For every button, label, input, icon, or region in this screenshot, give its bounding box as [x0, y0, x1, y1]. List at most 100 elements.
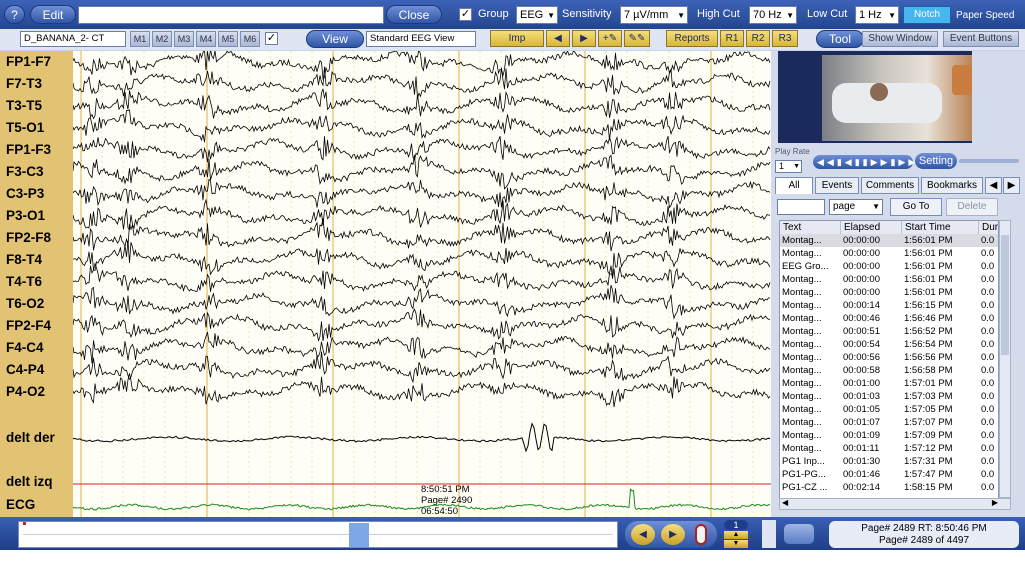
channel-label[interactable]: delt der	[0, 429, 73, 447]
lowcut-select[interactable]: 1 Hz ▼	[855, 6, 899, 24]
channel-label[interactable]: C3-P3	[0, 185, 73, 203]
video-settings-button[interactable]: Setting	[915, 153, 957, 169]
goto-unit-select[interactable]: page ▼	[829, 199, 883, 215]
tab-all[interactable]: All	[775, 177, 813, 194]
highcut-select[interactable]: 70 Hz ▼	[749, 6, 797, 24]
channel-label[interactable]: F4-C4	[0, 339, 73, 357]
table-row[interactable]: Montag... 00:00:00 1:56:01 PM 0.0	[780, 286, 998, 299]
channel-label[interactable]: P3-O1	[0, 207, 73, 225]
edit-button[interactable]: Edit	[30, 5, 76, 24]
reports-button[interactable]: Reports	[666, 30, 718, 47]
eeg-trace-area[interactable]: 8:50:51 PM Page# 2490 06:54:50	[73, 51, 771, 517]
goto-button[interactable]: Go To	[890, 198, 942, 216]
channel-label[interactable]: T3-T5	[0, 97, 73, 115]
montage-button-m5[interactable]: M5	[218, 31, 238, 47]
group-select[interactable]: EEG ▼	[516, 6, 558, 24]
tab-events[interactable]: Events	[815, 177, 859, 194]
event-buttons-button[interactable]: Event Buttons	[943, 31, 1019, 47]
montage-checkbox[interactable]: ✓	[265, 32, 278, 45]
column-header-start-time[interactable]: Start Time	[902, 221, 979, 234]
column-header-text[interactable]: Text	[780, 221, 841, 234]
playback-buttons[interactable]: ◀◀▮◀▮▮▶▶▮▶▶	[813, 155, 915, 169]
timeline-position-marker[interactable]	[349, 523, 369, 547]
table-row[interactable]: Montag... 00:01:05 1:57:05 PM 0.0	[780, 403, 998, 416]
montage-button-m4[interactable]: M4	[196, 31, 216, 47]
events-vertical-scrollbar[interactable]	[999, 220, 1011, 498]
report-button-r2[interactable]: R2	[746, 30, 770, 47]
montage-button-m1[interactable]: M1	[130, 31, 150, 47]
tab-scroll-left[interactable]: ◀	[985, 177, 1002, 194]
previous-page-button[interactable]: ◀	[546, 30, 570, 47]
channel-label[interactable]: F7-T3	[0, 75, 73, 93]
table-row[interactable]: Montag... 00:00:58 1:56:58 PM 0.0	[780, 364, 998, 377]
page-down-button[interactable]: ▼	[724, 540, 748, 548]
table-row[interactable]: PG1 Inp... 00:01:30 1:57:31 PM 0.0	[780, 455, 998, 468]
events-horizontal-scrollbar[interactable]: ◀ ▶	[779, 498, 1011, 510]
table-row[interactable]: EEG Gro... 00:00:00 1:56:01 PM 0.0	[780, 260, 998, 273]
show-window-button[interactable]: Show Window	[862, 31, 938, 47]
table-row[interactable]: Montag... 00:00:00 1:56:01 PM 0.0	[780, 234, 998, 247]
table-row[interactable]: Montag... 00:00:46 1:56:46 PM 0.0	[780, 312, 998, 325]
channel-label[interactable]: FP2-F8	[0, 229, 73, 247]
notch-button[interactable]: Notch	[903, 6, 951, 24]
goto-input[interactable]	[777, 199, 825, 215]
channel-label[interactable]: FP1-F7	[0, 53, 73, 71]
montage-button-m3[interactable]: M3	[174, 31, 194, 47]
channel-label[interactable]: T6-O2	[0, 295, 73, 313]
tab-scroll-right[interactable]: ▶	[1003, 177, 1020, 194]
close-button[interactable]: Close	[386, 5, 442, 24]
channel-label[interactable]: P4-O2	[0, 383, 73, 401]
view-select[interactable]: Standard EEG View	[366, 31, 476, 47]
tab-bookmarks[interactable]: Bookmarks	[921, 177, 983, 194]
patient-video[interactable]	[778, 51, 972, 143]
montage-select[interactable]: D_BANANA_2- CT	[20, 31, 126, 47]
table-row[interactable]: Montag... 00:00:51 1:56:52 PM 0.0	[780, 325, 998, 338]
play-rate-select[interactable]: 1 ▼	[775, 160, 802, 173]
montage-button-m6[interactable]: M6	[240, 31, 260, 47]
page-forward-button[interactable]: ▶	[661, 524, 685, 545]
table-row[interactable]: Montag... 00:00:00 1:56:01 PM 0.0	[780, 273, 998, 286]
keyboard-icon[interactable]	[784, 524, 814, 544]
group-checkbox[interactable]: ✓	[459, 8, 472, 21]
bottom-scroll-handle[interactable]	[762, 520, 776, 548]
edit-input[interactable]	[78, 6, 384, 24]
table-row[interactable]: Montag... 00:01:00 1:57:01 PM 0.0	[780, 377, 998, 390]
page-up-button[interactable]: ▲	[724, 531, 748, 539]
table-row[interactable]: PG1-PG... 00:01:46 1:57:47 PM 0.0	[780, 468, 998, 481]
table-row[interactable]: PG1-CZ ... 00:02:14 1:58:15 PM 0.0	[780, 481, 998, 494]
channel-label[interactable]: FP1-F3	[0, 141, 73, 159]
column-header-duration[interactable]: Dur	[979, 221, 998, 234]
help-button[interactable]: ?	[4, 5, 25, 24]
channel-label[interactable]: T4-T6	[0, 273, 73, 291]
page-back-button[interactable]: ◀	[631, 524, 655, 545]
recording-timeline[interactable]	[18, 521, 618, 548]
events-scroll-thumb[interactable]	[1001, 235, 1009, 355]
table-row[interactable]: Montag... 00:01:07 1:57:07 PM 0.0	[780, 416, 998, 429]
table-row[interactable]: Montag... 00:00:00 1:56:01 PM 0.0	[780, 247, 998, 260]
sensitivity-select[interactable]: 7 µV/mm ▼	[620, 6, 688, 24]
table-row[interactable]: Montag... 00:00:54 1:56:54 PM 0.0	[780, 338, 998, 351]
add-marker-button[interactable]: +✎	[598, 30, 622, 47]
report-button-r3[interactable]: R3	[772, 30, 798, 47]
channel-label[interactable]: F3-C3	[0, 163, 73, 181]
video-volume-slider[interactable]	[959, 159, 1019, 163]
table-row[interactable]: Montag... 00:00:14 1:56:15 PM 0.0	[780, 299, 998, 312]
channel-label[interactable]: T5-O1	[0, 119, 73, 137]
column-header-elapsed[interactable]: Elapsed	[841, 221, 902, 234]
table-row[interactable]: Montag... 00:01:03 1:57:03 PM 0.0	[780, 390, 998, 403]
report-button-r1[interactable]: R1	[720, 30, 744, 47]
table-row[interactable]: Montag... 00:01:09 1:57:09 PM 0.0	[780, 429, 998, 442]
next-page-button[interactable]: ▶	[572, 30, 596, 47]
table-row[interactable]: Montag... 00:00:56 1:56:56 PM 0.0	[780, 351, 998, 364]
delete-button[interactable]: Delete	[946, 198, 998, 216]
channel-label[interactable]: C4-P4	[0, 361, 73, 379]
montage-button-m2[interactable]: M2	[152, 31, 172, 47]
tool-button[interactable]: Tool	[816, 30, 864, 48]
channel-label[interactable]: ECG	[0, 496, 73, 514]
annotate-button[interactable]: ✎✎	[624, 30, 650, 47]
impedance-button[interactable]: Imp	[490, 30, 544, 47]
table-row[interactable]: Montag... 00:01:11 1:57:12 PM 0.0	[780, 442, 998, 455]
channel-label[interactable]: delt izq	[0, 473, 73, 491]
stop-button[interactable]	[695, 524, 707, 545]
channel-label[interactable]: FP2-F4	[0, 317, 73, 335]
